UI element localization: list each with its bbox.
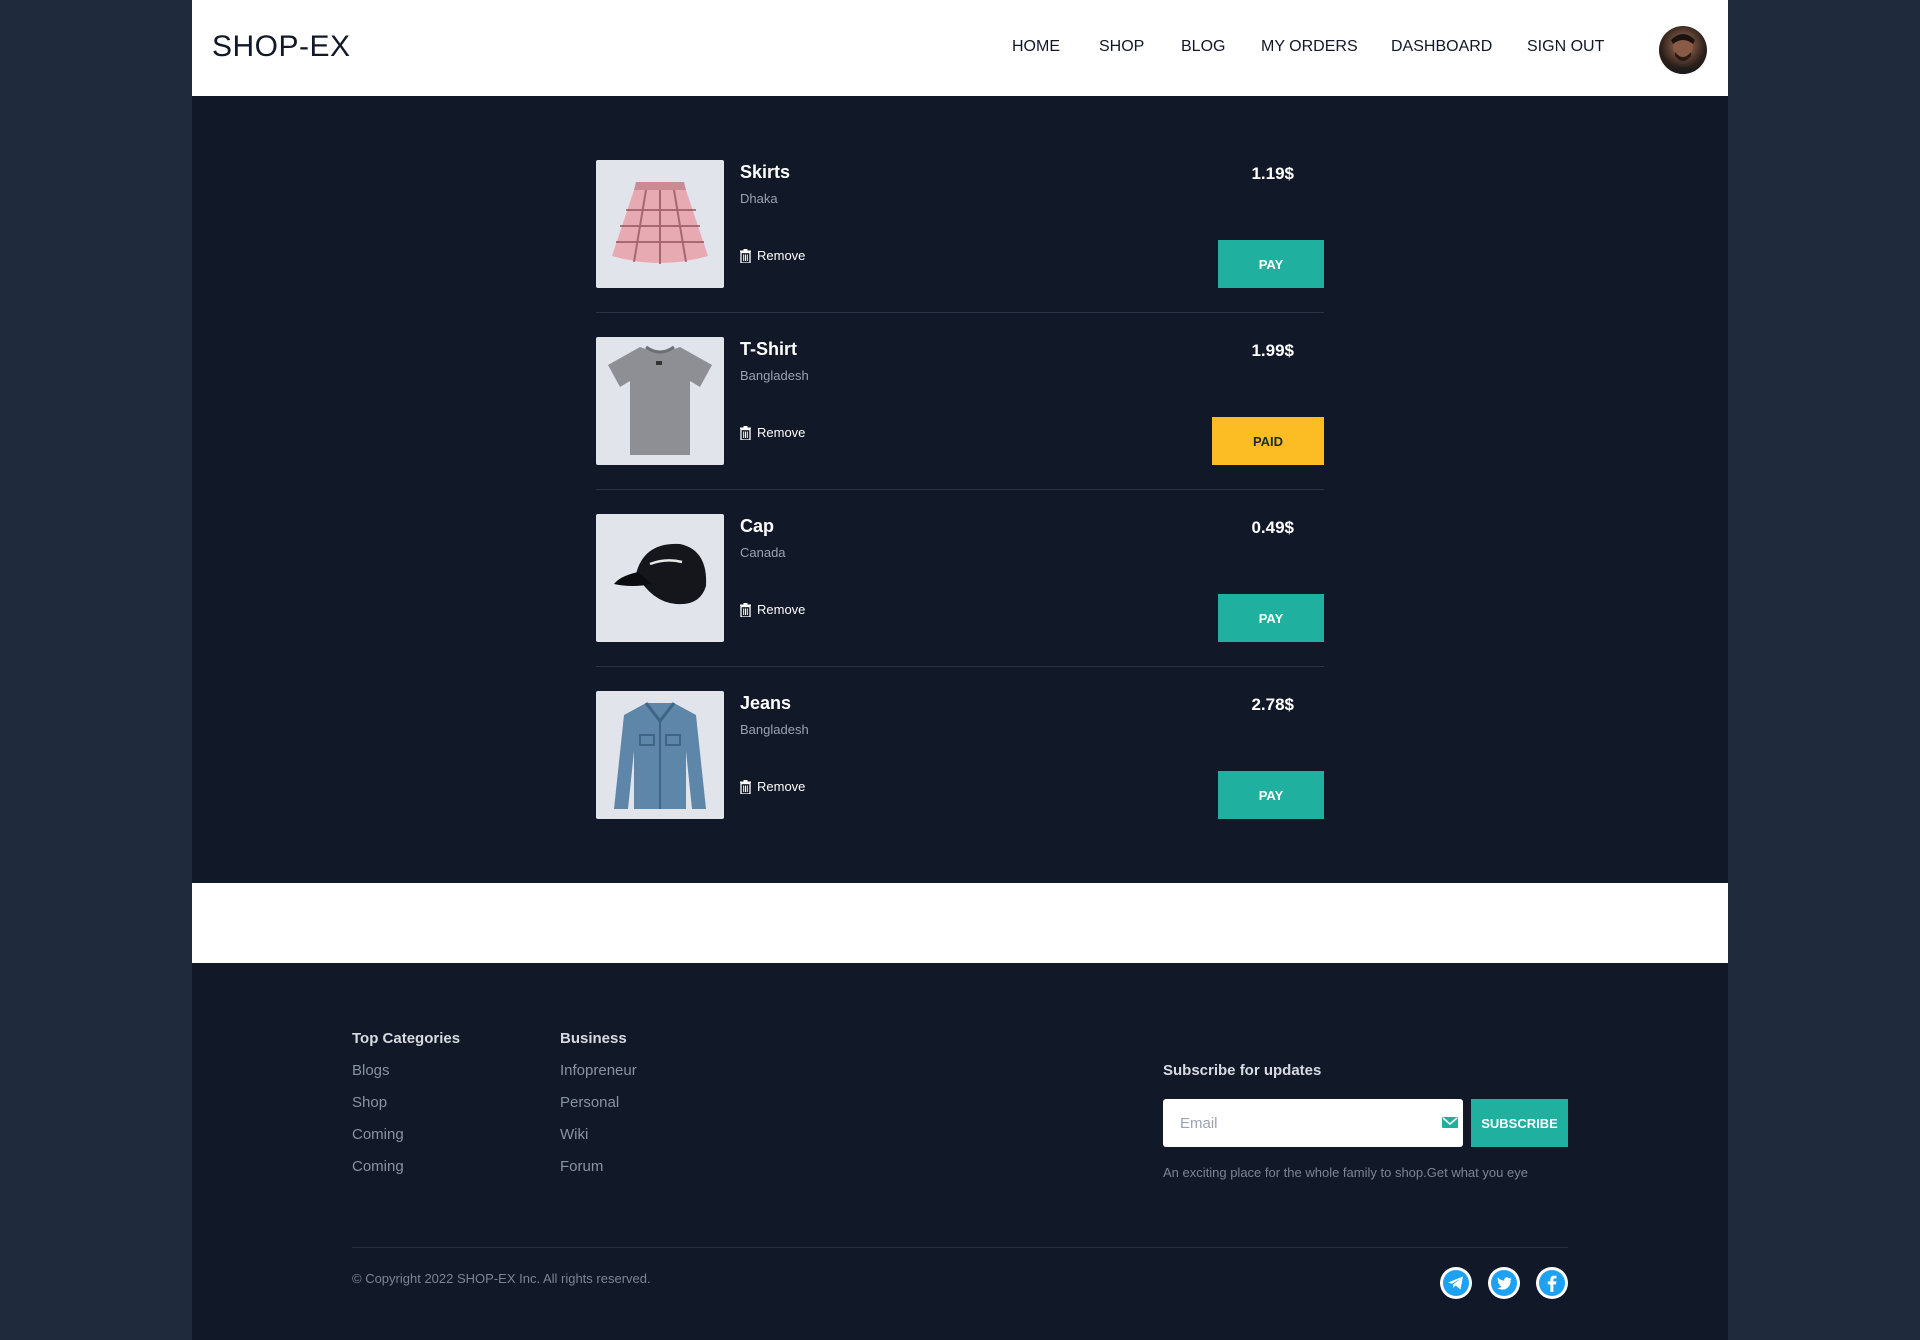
item-location: Bangladesh (740, 722, 809, 737)
divider (596, 489, 1324, 490)
nav-shop[interactable]: SHOP (1099, 38, 1144, 56)
email-field-wrapper (1163, 1099, 1463, 1147)
business-title: Business (560, 1030, 627, 1047)
nav-dashboard[interactable]: DASHBOARD (1391, 38, 1492, 56)
footer-link-shop[interactable]: Shop (352, 1094, 387, 1111)
remove-label: Remove (757, 602, 806, 617)
telegram-icon[interactable] (1440, 1267, 1472, 1299)
item-name: T-Shirt (740, 339, 797, 359)
divider (596, 666, 1324, 667)
trash-icon (740, 248, 751, 263)
nav-sign-out[interactable]: SIGN OUT (1527, 38, 1604, 56)
jeans-jacket-image (596, 691, 724, 819)
divider (596, 312, 1324, 313)
footer-link-blogs[interactable]: Blogs (352, 1062, 390, 1079)
nav-home[interactable]: HOME (1012, 38, 1060, 56)
top-navbar: SHOP-EX HOME SHOP BLOG MY ORDERS DASHBOA… (192, 0, 1728, 96)
twitter-icon[interactable] (1488, 1267, 1520, 1299)
remove-label: Remove (757, 248, 806, 263)
cap-image (596, 514, 724, 642)
email-input[interactable] (1163, 1099, 1413, 1147)
tshirt-image (596, 337, 724, 465)
item-location: Dhaka (740, 191, 778, 206)
page: SHOP-EX HOME SHOP BLOG MY ORDERS DASHBOA… (192, 0, 1728, 1340)
footer: Top Categories Blogs Shop Coming Coming … (192, 963, 1728, 1340)
logo[interactable]: SHOP-EX (212, 30, 351, 64)
item-price: 1.99$ (1251, 341, 1294, 360)
pay-button[interactable]: PAY (1218, 240, 1324, 288)
item-price: 2.78$ (1251, 695, 1294, 714)
remove-button[interactable]: Remove (740, 248, 805, 263)
order-item: Cap Canada Remove 0.49$ PAY (596, 514, 1324, 691)
order-item: T-Shirt Bangladesh Remove 1.99$ PAID (596, 337, 1324, 514)
footer-link-coming[interactable]: Coming (352, 1158, 404, 1175)
nav-blog[interactable]: BLOG (1181, 38, 1225, 56)
subscribe-button[interactable]: SUBSCRIBE (1471, 1099, 1568, 1147)
remove-label: Remove (757, 779, 806, 794)
footer-link-infopreneur[interactable]: Infopreneur (560, 1062, 637, 1079)
trash-icon (740, 425, 751, 440)
trash-icon (740, 779, 751, 794)
facebook-icon[interactable] (1536, 1267, 1568, 1299)
top-categories-title: Top Categories (352, 1030, 461, 1047)
remove-button[interactable]: Remove (740, 425, 805, 440)
avatar[interactable] (1659, 26, 1707, 74)
footer-link-wiki[interactable]: Wiki (560, 1126, 588, 1143)
footer-link-coming[interactable]: Coming (352, 1126, 404, 1143)
subscribe-title: Subscribe for updates (1163, 1062, 1322, 1079)
item-name: Cap (740, 516, 775, 536)
subscribe-description: An exciting place for the whole family t… (1163, 1165, 1528, 1180)
order-item: Skirts Dhaka Remove 1.19$ PAY (596, 160, 1324, 337)
item-name: Jeans (740, 693, 792, 713)
remove-label: Remove (757, 425, 806, 440)
paid-button[interactable]: PAID (1212, 417, 1324, 465)
copyright-text: © Copyright 2022 SHOP-EX Inc. All rights… (352, 1271, 651, 1286)
item-price: 0.49$ (1251, 518, 1294, 537)
item-price: 1.19$ (1251, 164, 1294, 183)
orders-list: Skirts Dhaka Remove 1.19$ PAY T-Shirt Ba… (596, 160, 1324, 868)
order-item: Jeans Bangladesh Remove 2.78$ PAY (596, 691, 1324, 868)
remove-button[interactable]: Remove (740, 779, 805, 794)
skirt-image (596, 160, 724, 288)
pay-button[interactable]: PAY (1218, 594, 1324, 642)
white-band (192, 883, 1728, 963)
mail-icon (1442, 1117, 1458, 1128)
footer-link-personal[interactable]: Personal (560, 1094, 619, 1111)
remove-button[interactable]: Remove (740, 602, 805, 617)
trash-icon (740, 602, 751, 617)
footer-divider (352, 1247, 1568, 1248)
pay-button[interactable]: PAY (1218, 771, 1324, 819)
item-location: Bangladesh (740, 368, 809, 383)
item-location: Canada (740, 545, 786, 560)
item-name: Skirts (740, 162, 791, 182)
footer-link-forum[interactable]: Forum (560, 1158, 603, 1175)
nav-my-orders[interactable]: MY ORDERS (1261, 38, 1358, 56)
